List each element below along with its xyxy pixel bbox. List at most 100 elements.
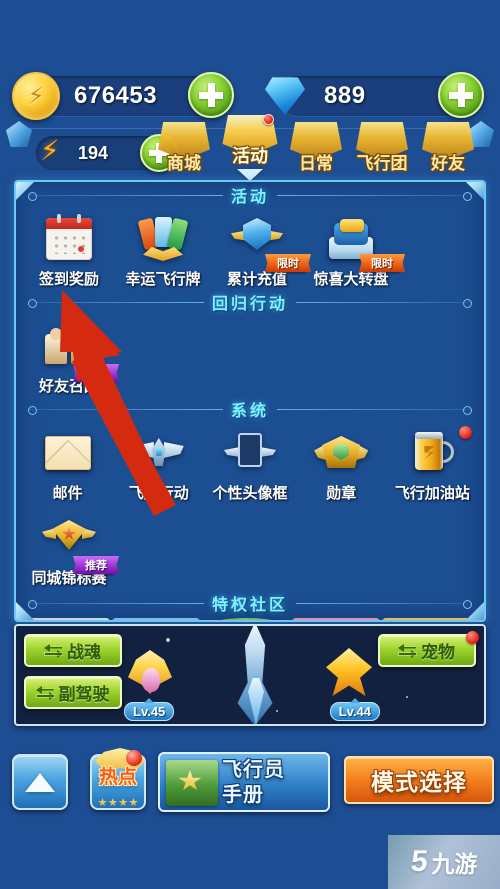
privilege-community-row xyxy=(16,616,484,620)
tab-flight-team-label: 飞行团 xyxy=(356,154,408,173)
tab-friends[interactable]: 好友 xyxy=(416,122,480,176)
hotspot-stars xyxy=(98,798,138,808)
nav-left-gem-ornament xyxy=(6,121,32,147)
mode-select-label: 模式选择 xyxy=(371,769,467,795)
jiuyou-watermark: 5 九游 xyxy=(388,835,500,889)
section-header-system: 系统 xyxy=(16,396,484,422)
watermark-text: 九游 xyxy=(431,851,478,877)
diamond-icon xyxy=(260,70,310,120)
pet-left-level: Lv.45 xyxy=(124,702,175,721)
section-title-activity: 活动 xyxy=(231,189,270,206)
divider-line-left xyxy=(28,191,223,201)
tab-daily-label: 日常 xyxy=(299,154,333,173)
fuel-station-red-dot xyxy=(459,426,473,439)
gold-coin-icon xyxy=(12,72,60,120)
section-title-system: 系统 xyxy=(231,403,270,420)
swap-arrows-icon xyxy=(44,643,63,658)
item-medal[interactable]: 勋章 xyxy=(296,426,387,503)
pilot-handbook-button[interactable]: 飞行员 手册 xyxy=(158,752,330,812)
divider-line-left xyxy=(28,599,204,609)
hotspot-label: 热点 xyxy=(98,767,137,788)
gem-currency[interactable]: 889 xyxy=(265,72,484,118)
section-header-return: 回归行动 xyxy=(16,289,484,315)
divider-line-right xyxy=(277,191,473,201)
item-city-tournament[interactable]: 推荐 同城锦标赛 xyxy=(22,511,116,588)
tab-daily[interactable]: 日常 xyxy=(284,122,348,176)
handbook-line2: 手册 xyxy=(222,784,264,806)
item-avatar-frame-label: 个性头像框 xyxy=(212,485,288,502)
pet-left-body xyxy=(142,668,160,692)
expand-up-button[interactable] xyxy=(12,754,68,810)
nav-tabs: 商城 活动 日常 飞行团 好友 xyxy=(152,114,480,181)
community-tile[interactable] xyxy=(112,618,200,620)
item-cumulative-recharge[interactable]: 限时 累计充值 xyxy=(210,212,306,289)
ship-pet-stage: Lv.45 Lv.44 战魂 副驾驶 宠物 xyxy=(14,624,486,726)
calendar-icon xyxy=(41,214,97,264)
top-nav-bar: ⚡ 194 商城 活动 日常 飞行团 好友 xyxy=(6,114,494,181)
coin-value: 676453 xyxy=(74,82,158,109)
tournament-items-grid: 推荐 同城锦标赛 xyxy=(16,503,484,588)
section-title-return: 回归行动 xyxy=(212,296,289,313)
tab-flight-team[interactable]: 飞行团 xyxy=(350,122,414,176)
mail-icon xyxy=(40,428,96,478)
community-tile[interactable] xyxy=(22,618,110,620)
battle-soul-button[interactable]: 战魂 xyxy=(24,634,122,667)
item-fuel-station[interactable]: 飞行加油站 xyxy=(387,426,478,503)
community-tile[interactable] xyxy=(382,618,470,620)
item-avatar-frame[interactable]: 个性头像框 xyxy=(204,426,295,503)
section-header-activity: 活动 xyxy=(16,182,484,208)
energy-value: 194 xyxy=(78,142,109,163)
pet-button-red-dot xyxy=(466,631,479,644)
lightning-bolt-icon: ⚡ xyxy=(40,135,60,166)
copilot-button[interactable]: 副驾驶 xyxy=(24,676,122,709)
bottom-toolbar: 热点 飞行员 手册 模式选择 xyxy=(0,748,500,818)
item-surprise-wheel[interactable]: 限时 惊喜大转盘 xyxy=(304,212,400,289)
activity-items-grid: 签到奖励 幸运飞行牌 限时 累计充值 限时 惊喜大转盘 xyxy=(16,208,484,289)
tab-shop[interactable]: 商城 xyxy=(152,122,216,176)
battle-soul-label: 战魂 xyxy=(67,643,101,662)
gem-value: 889 xyxy=(324,82,366,109)
badge-recommended: 推荐 xyxy=(78,556,114,574)
coin-currency[interactable]: 676453 xyxy=(12,72,234,120)
community-tile[interactable] xyxy=(292,618,380,620)
divider-line-left xyxy=(28,298,204,308)
item-lucky-card-label: 幸运飞行牌 xyxy=(125,271,201,288)
item-lucky-card[interactable]: 幸运飞行牌 xyxy=(116,212,210,289)
fuel-can-icon xyxy=(404,428,460,478)
medal-icon xyxy=(313,428,369,478)
item-checkin-reward[interactable]: 签到奖励 xyxy=(22,212,116,289)
item-friend-recall[interactable]: 推荐 好友召回 xyxy=(22,319,116,396)
divider-line-left xyxy=(28,405,223,415)
divider-line-right xyxy=(277,405,473,415)
gem-add-button[interactable] xyxy=(438,72,484,118)
item-eagle-operation-label: 飞鹰行动 xyxy=(128,485,189,502)
item-checkin-reward-label: 签到奖励 xyxy=(38,271,99,288)
community-tile[interactable] xyxy=(202,618,290,620)
coin-add-button[interactable] xyxy=(188,72,234,118)
return-items-grid: 推荐 好友召回 xyxy=(16,315,484,396)
hotspot-button[interactable]: 热点 xyxy=(90,748,146,810)
lucky-card-icon xyxy=(135,214,191,264)
watermark-logo: 5 xyxy=(408,845,430,878)
item-eagle-operation[interactable]: 飞鹰行动 xyxy=(113,426,204,503)
tab-activity-red-dot xyxy=(263,114,274,125)
system-items-grid: 邮件 飞鹰行动 个性头像框 勋章 飞行加油站 xyxy=(16,422,484,503)
eagle-wings-icon xyxy=(131,428,187,478)
badge-recommended: 推荐 xyxy=(78,364,114,382)
pet-button[interactable]: 宠物 xyxy=(378,631,479,667)
divider-line-right xyxy=(296,599,473,609)
up-triangle-icon xyxy=(25,772,55,792)
game-screen: 676453 889 ⚡ 194 商城 活动 xyxy=(0,0,500,889)
pet-right-level: Lv.44 xyxy=(329,702,380,721)
handbook-line1: 飞行员 xyxy=(222,759,285,781)
energy-currency[interactable]: ⚡ 194 xyxy=(36,134,178,172)
section-header-privilege: 特权社区 xyxy=(16,590,484,616)
item-mail[interactable]: 邮件 xyxy=(22,426,113,503)
avatar-frame-icon xyxy=(222,428,278,478)
mode-select-button[interactable]: 模式选择 xyxy=(344,756,494,804)
tab-activity[interactable]: 活动 xyxy=(218,114,282,181)
badge-limited-time: 限时 xyxy=(364,254,400,272)
item-fuel-station-label: 飞行加油站 xyxy=(394,485,470,502)
pet-right[interactable] xyxy=(326,648,372,696)
swap-arrows-icon xyxy=(35,685,55,700)
